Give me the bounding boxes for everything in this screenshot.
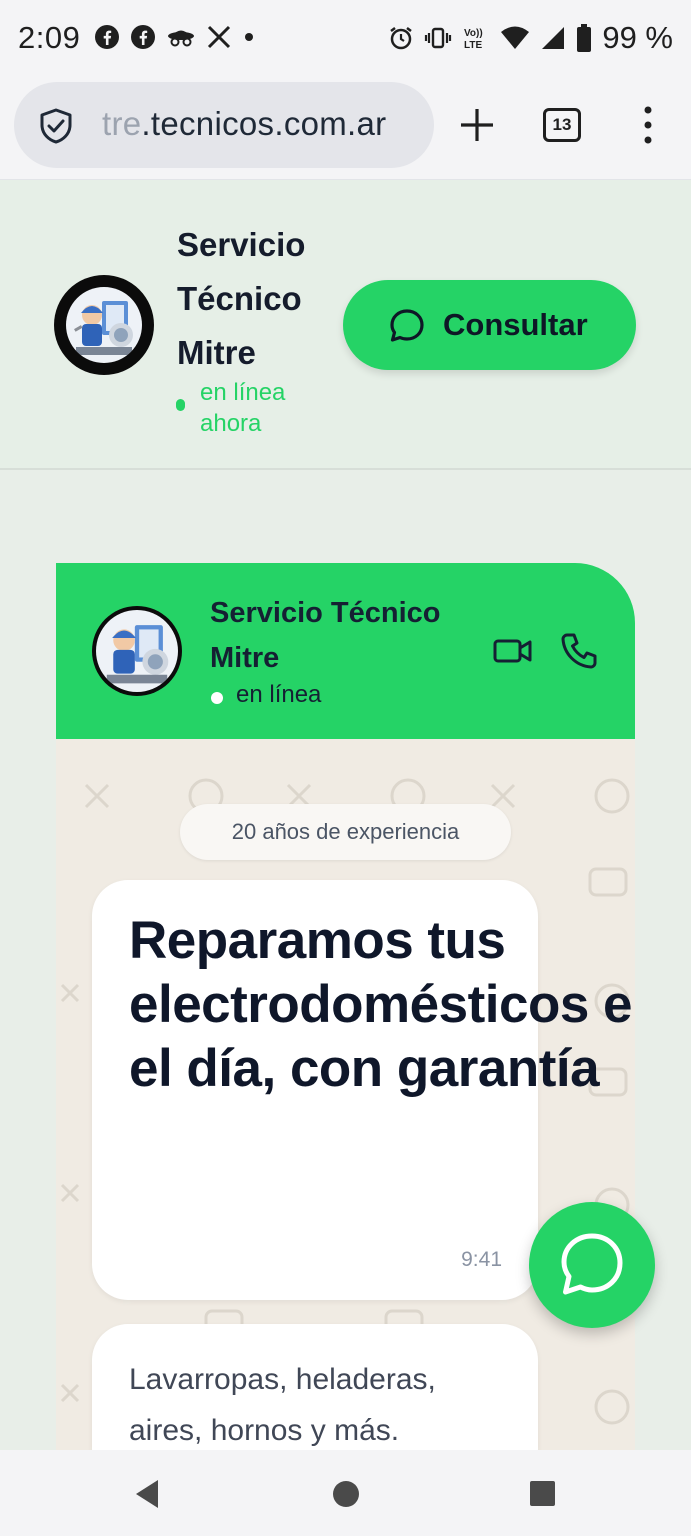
x-icon (207, 25, 231, 49)
facebook-icon (131, 25, 155, 49)
back-triangle-icon[interactable] (132, 1478, 162, 1510)
technician-logo-image (66, 287, 142, 363)
chat-avatar (92, 606, 182, 696)
url-bar[interactable]: tre.tecnicos.com.ar (14, 82, 434, 168)
whatsapp-float-button[interactable] (529, 1202, 655, 1328)
url-domain: .tecnicos.com.ar (141, 105, 387, 142)
facebook-icon (95, 25, 119, 49)
chat-online-dot-icon (211, 692, 223, 704)
experience-badge: 20 años de experiencia (180, 804, 511, 860)
brand-logo[interactable] (54, 275, 154, 375)
status-bar: 2:09 Vo)) LTE 99 % (0, 0, 691, 80)
phone-call-icon[interactable] (559, 631, 599, 671)
chat-bubble-icon (390, 309, 424, 342)
message-timestamp: 9:41 (461, 1248, 502, 1271)
volte-icon: Vo))LTE (464, 28, 483, 51)
consult-button-label: Consultar (443, 307, 588, 342)
technician-illustration-icon (106, 625, 169, 684)
battery-percent: 99 % (602, 20, 673, 55)
chat-status-text: en línea (236, 681, 322, 708)
site-header: Servicio Técnico Mitre en línea ahora Co… (0, 180, 691, 470)
notification-icons (94, 24, 256, 50)
incognito-icon (168, 30, 194, 47)
home-circle-icon[interactable] (332, 1480, 360, 1508)
chat-header: Servicio Técnico Mitre en línea (56, 563, 635, 739)
url-faded-part: tre (102, 105, 142, 142)
online-status-text: en línea ahora (200, 379, 286, 437)
tab-switcher-button[interactable]: 13 (543, 108, 581, 142)
recents-square-icon[interactable] (529, 1480, 556, 1507)
brand-name: Servicio Técnico Mitre (177, 226, 306, 371)
signal-icon (542, 27, 565, 49)
whatsapp-chat-icon (561, 1233, 623, 1295)
svg-text:Vo)): Vo)) (464, 28, 483, 39)
system-icons: Vo)) LTE 99 % (388, 20, 673, 56)
url-text[interactable]: tre.tecnicos.com.ar (102, 105, 386, 143)
battery-icon (577, 24, 592, 52)
new-tab-icon[interactable] (458, 106, 496, 144)
chat-body: 20 años de experiencia Reparamos tus ele… (56, 739, 635, 1450)
online-dot-icon (176, 399, 185, 411)
headline-message-bubble: Reparamos tus electrodomésticos en el dí… (92, 880, 635, 1300)
vibrate-icon (425, 27, 452, 49)
chat-contact-name: Servicio Técnico Mitre (210, 597, 441, 674)
menu-dots-icon[interactable] (640, 104, 656, 146)
dot-icon (245, 33, 253, 41)
hero-headline: Reparamos tus electrodomésticos en el dí… (129, 911, 635, 1098)
consult-button[interactable]: Consultar (343, 280, 636, 370)
services-text: Lavarropas, heladeras, aires, hornos y m… (129, 1363, 436, 1447)
shield-check-icon[interactable] (38, 107, 74, 145)
status-time: 2:09 (18, 20, 81, 55)
technician-illustration-icon (74, 301, 133, 355)
chat-avatar-image (96, 610, 178, 692)
services-message-bubble: Lavarropas, heladeras, aires, hornos y m… (92, 1324, 538, 1450)
chat-preview-card: Servicio Técnico Mitre en línea 20 años … (56, 563, 635, 1450)
system-nav-bar (0, 1450, 691, 1536)
browser-toolbar: tre.tecnicos.com.ar 13 (0, 80, 691, 180)
wifi-icon (501, 26, 530, 49)
video-call-icon[interactable] (493, 636, 533, 666)
alarm-icon (390, 27, 413, 50)
svg-text:LTE: LTE (464, 40, 482, 51)
